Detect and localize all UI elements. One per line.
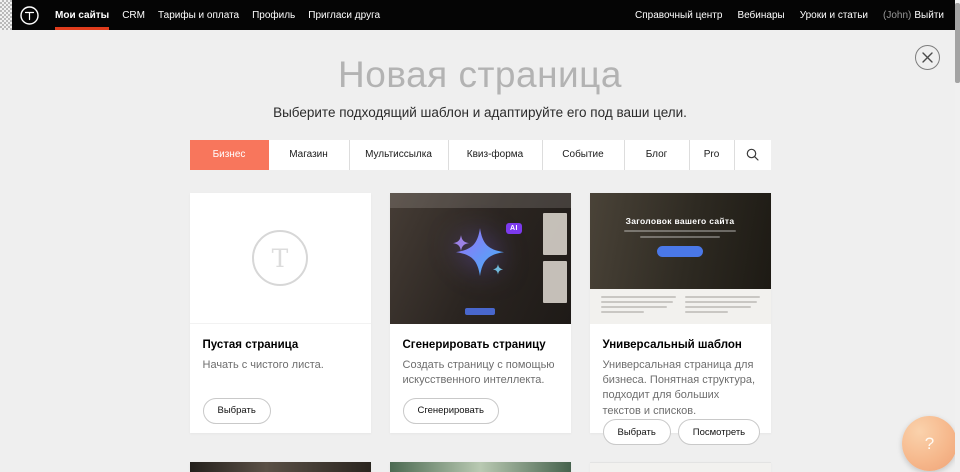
tab-event[interactable]: Событие xyxy=(543,140,625,170)
tilda-logo-icon[interactable] xyxy=(20,6,39,25)
choose-universal-button[interactable]: Выбрать xyxy=(603,419,671,445)
template-preview-image xyxy=(190,462,371,472)
tab-business[interactable]: Бизнес xyxy=(190,140,269,170)
ai-badge: AI xyxy=(506,223,522,234)
card-title: Пустая страница xyxy=(203,339,358,351)
template-card-next-row[interactable] xyxy=(590,462,771,472)
card-body: Пустая страница Начать с чистого листа. … xyxy=(190,324,371,433)
preview-hero-section: Заголовок вашего сайта xyxy=(590,193,771,289)
tab-blog[interactable]: Блог xyxy=(625,140,690,170)
tab-multilink[interactable]: Мультиссылка xyxy=(350,140,449,170)
template-preview-image xyxy=(390,462,571,472)
nav-label: Мои сайты xyxy=(55,10,109,21)
page-title: Новая страница xyxy=(0,54,960,97)
help-question-icon: ? xyxy=(925,434,934,454)
nav-my-sites[interactable]: Мои сайты xyxy=(55,0,109,30)
nav-lessons-articles[interactable]: Уроки и статьи xyxy=(800,0,868,30)
ai-template-preview: AI xyxy=(390,193,571,324)
svg-text:T: T xyxy=(272,244,289,273)
preview-text-column xyxy=(601,296,676,317)
template-grid-row2 xyxy=(190,462,771,472)
search-icon xyxy=(746,148,759,161)
tilda-mark-icon: T xyxy=(251,229,309,287)
tab-pro[interactable]: Pro xyxy=(690,140,735,170)
preview-text-line xyxy=(640,236,720,238)
topbar-nav-left: Мои сайты CRM Тарифы и оплата Профиль Пр… xyxy=(55,0,380,30)
preview-button-chip xyxy=(465,308,495,315)
tab-search[interactable] xyxy=(735,140,771,170)
preview-header-band xyxy=(390,193,571,208)
template-card-blank[interactable]: T Пустая страница Начать с чистого листа… xyxy=(190,193,371,433)
universal-template-preview: Заголовок вашего сайта xyxy=(590,193,771,324)
template-preview-image xyxy=(590,462,771,472)
nav-account: (John) Выйти xyxy=(883,0,944,30)
template-card-next-row[interactable] xyxy=(390,462,571,472)
user-name: (John) xyxy=(883,10,911,21)
preview-site-title: Заголовок вашего сайта xyxy=(590,216,771,226)
view-universal-button[interactable]: Посмотреть xyxy=(678,419,760,445)
card-title: Сгенерировать страницу xyxy=(403,339,558,351)
logout-link[interactable]: Выйти xyxy=(914,10,944,21)
preview-cta-button xyxy=(657,246,703,257)
scrollbar-track[interactable] xyxy=(955,0,960,472)
page-subtitle: Выберите подходящий шаблон и адаптируйте… xyxy=(0,105,960,120)
active-nav-underline xyxy=(55,27,109,30)
close-button[interactable] xyxy=(915,45,940,70)
template-card-next-row[interactable] xyxy=(190,462,371,472)
generate-button[interactable]: Сгенерировать xyxy=(403,398,499,424)
ai-sparkle-icon xyxy=(448,222,512,291)
logo-hatch-pattern xyxy=(0,0,12,30)
card-title: Универсальный шаблон xyxy=(603,339,758,351)
help-button[interactable]: ? xyxy=(902,416,957,471)
template-card-universal[interactable]: Заголовок вашего сайта Универсальный шаб… xyxy=(590,193,771,433)
template-category-tabs: Бизнес Магазин Мультиссылка Квиз-форма С… xyxy=(190,140,771,170)
choose-blank-button[interactable]: Выбрать xyxy=(203,398,271,424)
scrollbar-thumb[interactable] xyxy=(955,3,960,83)
card-body: Сгенерировать страницу Создать страницу … xyxy=(390,324,571,433)
topbar-nav-right: Справочный центр Вебинары Уроки и статьи… xyxy=(635,0,960,30)
template-grid: T Пустая страница Начать с чистого листа… xyxy=(190,193,771,433)
preview-panel xyxy=(543,213,567,255)
blank-template-preview: T xyxy=(190,193,371,324)
nav-webinars[interactable]: Вебинары xyxy=(737,0,784,30)
nav-plans-payment[interactable]: Тарифы и оплата xyxy=(158,0,239,30)
nav-crm[interactable]: CRM xyxy=(122,0,145,30)
close-icon xyxy=(922,52,933,63)
preview-panel xyxy=(543,261,567,303)
nav-help-center[interactable]: Справочный центр xyxy=(635,0,722,30)
tab-shop[interactable]: Магазин xyxy=(269,140,350,170)
preview-text-column xyxy=(685,296,760,317)
topbar: Мои сайты CRM Тарифы и оплата Профиль Пр… xyxy=(0,0,960,30)
card-body: Универсальный шаблон Универсальная стран… xyxy=(590,324,771,455)
tab-quiz-form[interactable]: Квиз-форма xyxy=(449,140,543,170)
card-description: Универсальная страница для бизнеса. Поня… xyxy=(603,358,758,420)
preview-text-section xyxy=(590,289,771,324)
nav-profile[interactable]: Профиль xyxy=(252,0,295,30)
nav-invite-friend[interactable]: Пригласи друга xyxy=(308,0,380,30)
card-description: Начать с чистого листа. xyxy=(203,358,358,373)
preview-text-line xyxy=(624,230,736,232)
template-card-ai-generate[interactable]: AI Сгенерировать страницу Создать страни… xyxy=(390,193,571,433)
card-description: Создать страницу с помощью искусственног… xyxy=(403,358,558,389)
